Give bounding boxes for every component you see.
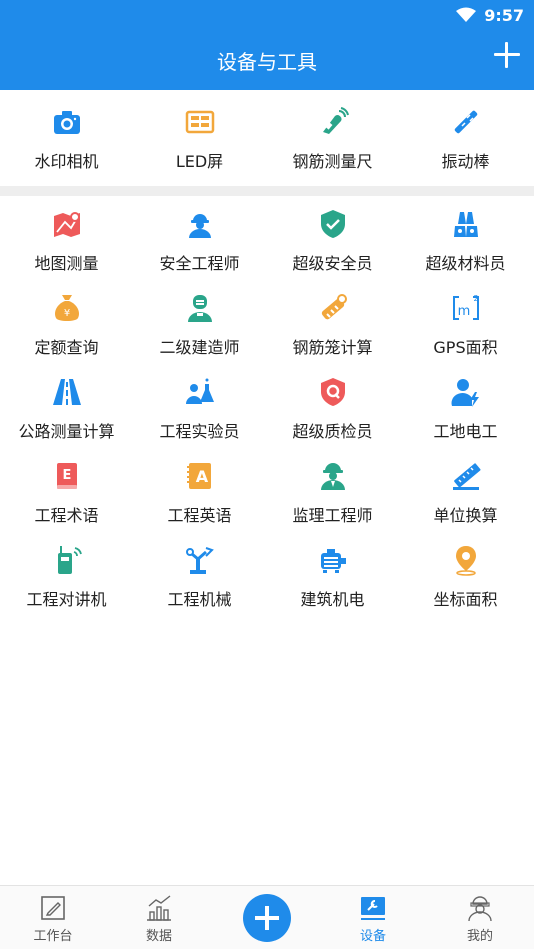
tool-supervisor[interactable]: 监理工程师	[266, 460, 399, 530]
tool-led-screen[interactable]: LED屏	[133, 106, 266, 176]
status-bar: 9:57	[456, 4, 524, 26]
svg-text:m: m	[457, 304, 470, 319]
data-chart-icon	[147, 895, 171, 921]
tool-quota-query[interactable]: ¥ 定额查询	[0, 292, 133, 362]
tool-label: 坐标面积	[433, 590, 498, 609]
svg-text:A: A	[195, 467, 208, 486]
section-divider	[0, 186, 534, 196]
tool-engineering-english[interactable]: A 工程英语	[133, 460, 266, 530]
rebar-cage-icon	[321, 294, 347, 320]
led-screen-icon	[185, 110, 214, 134]
tool-label: 振动棒	[441, 152, 490, 171]
tool-label: 水印相机	[34, 152, 99, 171]
rebar-measure-icon	[322, 107, 349, 134]
status-time: 9:57	[484, 5, 524, 25]
location-pin-icon	[455, 546, 476, 576]
tool-label: 建筑机电	[300, 590, 365, 609]
tool-glossary[interactable]: E 工程术语	[0, 460, 133, 530]
tool-watermark-camera[interactable]: 水印相机	[0, 106, 133, 176]
machinery-arm-icon	[185, 547, 214, 574]
supervisor-icon	[320, 463, 345, 490]
map-measure-icon	[53, 212, 80, 237]
add-icon[interactable]	[492, 40, 522, 70]
tool-label: 定额查询	[34, 338, 99, 357]
tool-label: 工程实验员	[159, 422, 240, 441]
tool-label: 公路测量计算	[18, 422, 115, 441]
add-fab-button[interactable]	[243, 894, 291, 942]
tool-label: 工程对讲机	[26, 590, 107, 609]
tool-super-materials[interactable]: 超级材料员	[399, 208, 532, 278]
tool-gps-area[interactable]: m 2 GPS面积	[399, 292, 532, 362]
walkie-talkie-icon	[57, 546, 82, 574]
vibrator-icon	[454, 110, 477, 134]
camera-icon	[53, 111, 80, 134]
page-title: 设备与工具	[217, 50, 317, 74]
tool-label: 工程机械	[167, 590, 232, 609]
tool-label: 超级材料员	[425, 254, 506, 273]
nav-label: 我的	[466, 929, 493, 944]
svg-text:¥: ¥	[63, 308, 69, 319]
wifi-icon	[456, 7, 477, 22]
tool-label: 工地电工	[433, 422, 498, 441]
svg-text:2: 2	[473, 294, 478, 303]
tool-label: 地图测量	[34, 254, 99, 273]
nav-label: 数据	[145, 929, 172, 944]
money-bag-icon: ¥	[54, 295, 79, 321]
motor-icon	[320, 549, 346, 573]
tool-walkie-talkie[interactable]: 工程对讲机	[0, 544, 133, 614]
nav-workbench[interactable]: 工作台	[0, 886, 106, 950]
app-header: 9:57 设备与工具	[0, 0, 534, 90]
devices-icon	[361, 897, 385, 920]
profile-icon	[468, 896, 492, 922]
tool-label: GPS面积	[433, 338, 498, 357]
tool-machinery[interactable]: 工程机械	[133, 544, 266, 614]
tool-label: 超级安全员	[292, 254, 373, 273]
tool-map-measure[interactable]: 地图测量	[0, 208, 133, 278]
nav-profile[interactable]: 我的	[427, 886, 533, 950]
tool-quality-inspector[interactable]: 超级质检员	[266, 376, 399, 446]
tool-label: 超级质检员	[292, 422, 373, 441]
workbench-icon	[41, 896, 65, 920]
glossary-book-icon: E	[56, 463, 77, 489]
area-m2-icon: m 2	[452, 294, 479, 320]
tool-label: 二级建造师	[159, 338, 240, 357]
tool-label: 钢筋笼计算	[292, 338, 373, 357]
road-icon	[52, 379, 81, 405]
tool-label: 工程术语	[34, 506, 99, 525]
tool-lab-tester[interactable]: 工程实验员	[133, 376, 266, 446]
tool-site-electrician[interactable]: 工地电工	[399, 376, 532, 446]
electrician-icon	[451, 379, 479, 407]
lab-tester-icon	[185, 378, 214, 404]
tool-super-safety[interactable]: 超级安全员	[266, 208, 399, 278]
english-book-icon: A	[186, 463, 211, 489]
tool-label: 钢筋测量尺	[292, 152, 373, 171]
tool-label: 安全工程师	[159, 254, 240, 273]
safety-engineer-icon	[188, 214, 211, 238]
tool-building-mep[interactable]: 建筑机电	[266, 544, 399, 614]
tool-rebar-cage[interactable]: 钢筋笼计算	[266, 292, 399, 362]
constructor-icon	[187, 295, 212, 322]
svg-text:E: E	[62, 468, 71, 483]
materials-icon	[453, 212, 478, 237]
tool-label: 工程英语	[167, 506, 232, 525]
tool-vibrator[interactable]: 振动棒	[399, 106, 532, 176]
tool-safety-engineer[interactable]: 安全工程师	[133, 208, 266, 278]
tool-label: 单位换算	[433, 506, 498, 525]
tool-unit-conversion[interactable]: 单位换算	[399, 460, 532, 530]
nav-devices[interactable]: 设备	[320, 886, 426, 950]
nav-label: 设备	[359, 929, 386, 944]
quality-shield-icon	[320, 378, 345, 406]
tool-road-survey[interactable]: 公路测量计算	[0, 376, 133, 446]
tool-rebar-measure[interactable]: 钢筋测量尺	[266, 106, 399, 176]
nav-label: 工作台	[33, 929, 73, 944]
ruler-icon	[452, 463, 481, 490]
tool-label: LED屏	[175, 152, 224, 171]
tool-coordinate-area[interactable]: 坐标面积	[399, 544, 532, 614]
nav-data[interactable]: 数据	[106, 886, 212, 950]
shield-check-icon	[320, 210, 345, 238]
tool-second-constructor[interactable]: 二级建造师	[133, 292, 266, 362]
tool-label: 监理工程师	[292, 506, 373, 525]
